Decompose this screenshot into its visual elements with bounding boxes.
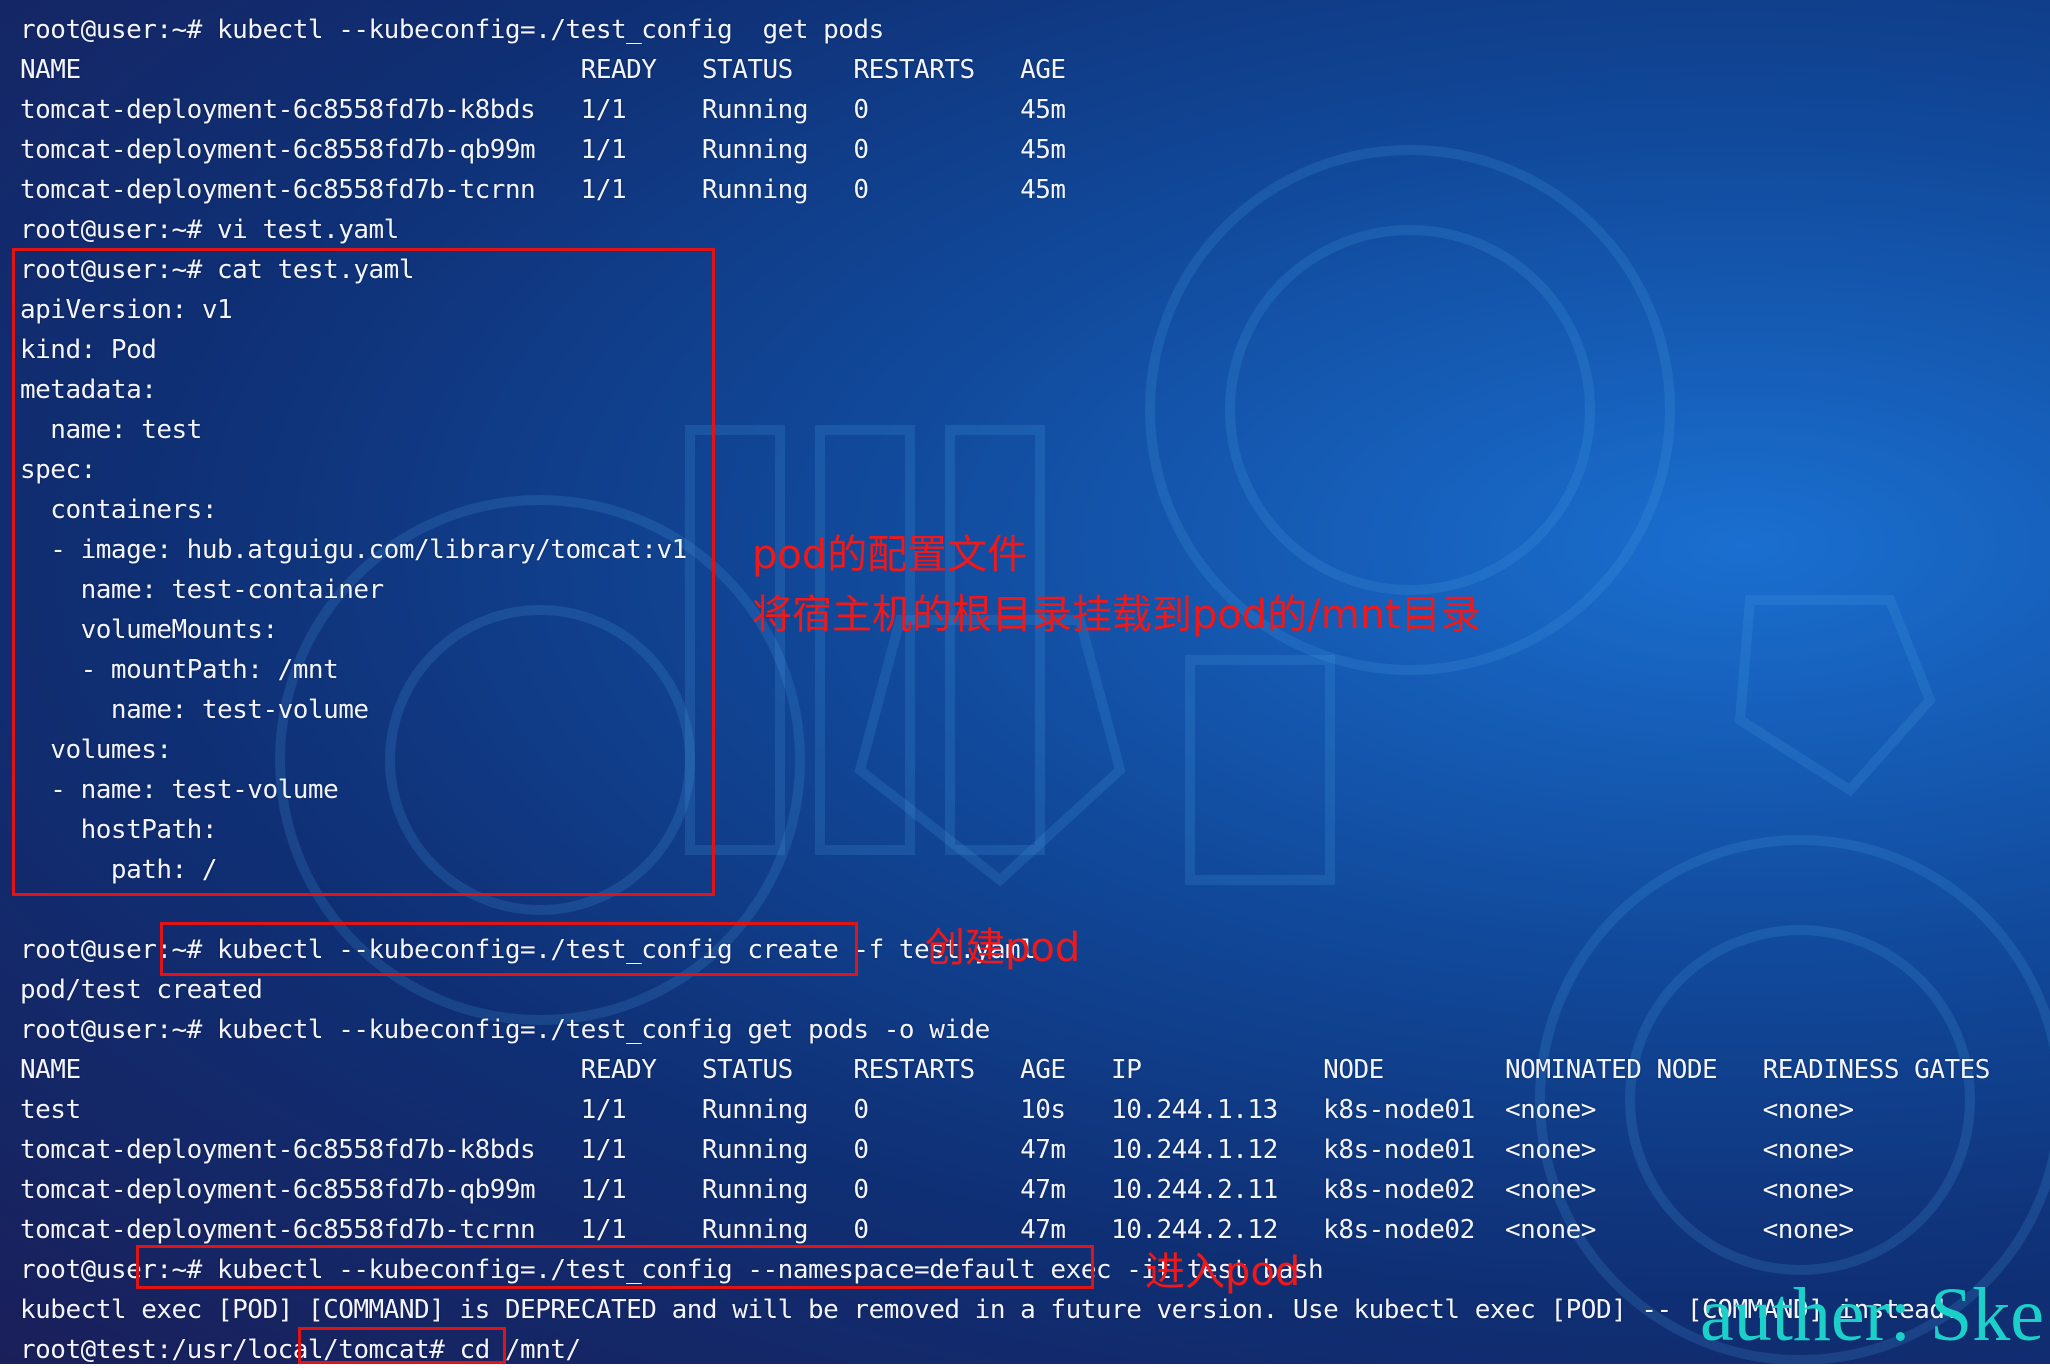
terminal-line: root@user:~# kubectl --kubeconfig=./test…	[20, 15, 884, 45]
annotation-config-title: pod的配置文件	[752, 532, 1028, 578]
terminal-line: tomcat-deployment-6c8558fd7b-qb99m 1/1 R…	[20, 135, 1066, 165]
create-command-highlight-box	[160, 922, 858, 976]
terminal-line: NAME READY STATUS RESTARTS AGE IP NODE N…	[20, 1055, 1990, 1085]
terminal-line: test 1/1 Running 0 10s 10.244.1.13 k8s-n…	[20, 1095, 1854, 1125]
terminal-line: tomcat-deployment-6c8558fd7b-k8bds 1/1 R…	[20, 1135, 1854, 1165]
annotation-create-pod: 创建pod	[925, 925, 1081, 971]
exec-command-highlight-box	[136, 1245, 1094, 1289]
annotation-enter-pod: 进入pod	[1145, 1249, 1301, 1295]
terminal-line: tomcat-deployment-6c8558fd7b-tcrnn 1/1 R…	[20, 1215, 1854, 1245]
terminal-line: root@user:~# vi test.yaml	[20, 215, 399, 245]
annotation-config-desc: 将宿主机的根目录挂载到pod的/mnt目录	[752, 592, 1481, 638]
terminal-line: tomcat-deployment-6c8558fd7b-qb99m 1/1 R…	[20, 1175, 1854, 1205]
cd-command-highlight-box	[298, 1327, 506, 1364]
terminal-line: tomcat-deployment-6c8558fd7b-tcrnn 1/1 R…	[20, 175, 1066, 205]
terminal-line: pod/test created	[20, 975, 263, 1005]
author-watermark: auther: Ske	[1700, 1273, 2045, 1357]
terminal-line: root@user:~# kubectl --kubeconfig=./test…	[20, 1015, 990, 1045]
terminal-line: tomcat-deployment-6c8558fd7b-k8bds 1/1 R…	[20, 95, 1066, 125]
terminal-line: kubectl exec [POD] [COMMAND] is DEPRECAT…	[20, 1295, 1960, 1325]
yaml-highlight-box	[12, 248, 715, 896]
terminal-line: NAME READY STATUS RESTARTS AGE	[20, 55, 1066, 85]
terminal-line: root@test:/usr/local/tomcat# cd /mnt/	[20, 1335, 581, 1365]
